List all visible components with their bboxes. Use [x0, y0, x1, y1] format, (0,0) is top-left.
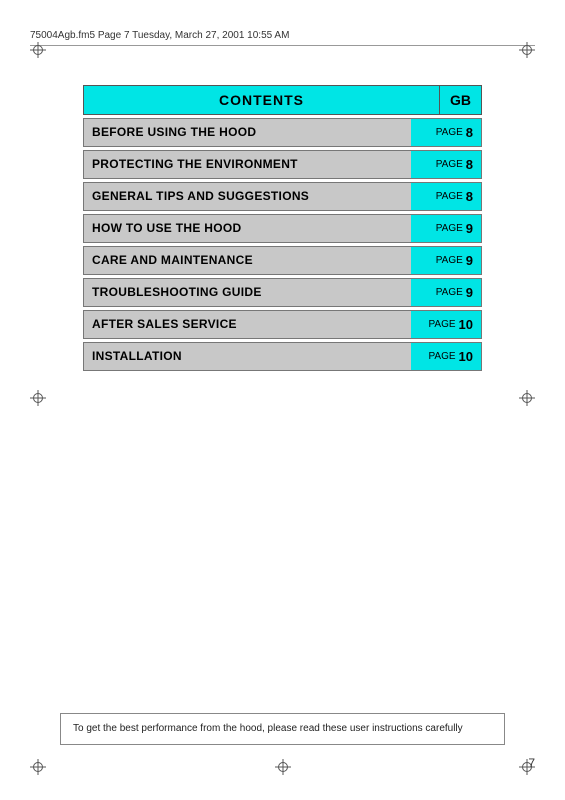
- page-word-6: PAGE: [436, 287, 463, 298]
- toc-page-5: PAGE 9: [411, 247, 481, 274]
- toc-row-5: CARE AND MAINTENANCE PAGE 9: [83, 246, 482, 275]
- contents-header: CONTENTS GB: [83, 85, 482, 115]
- toc-label-3: GENERAL TIPS AND SUGGESTIONS: [84, 183, 411, 210]
- toc-page-6: PAGE 9: [411, 279, 481, 306]
- toc-page-7: PAGE 10: [411, 311, 481, 338]
- toc-label-8: INSTALLATION: [84, 343, 411, 370]
- toc-label-7: AFTER SALES SERVICE: [84, 311, 411, 338]
- toc-row-7: AFTER SALES SERVICE PAGE 10: [83, 310, 482, 339]
- header-text: 75004Agb.fm5 Page 7 Tuesday, March 27, 2…: [30, 30, 289, 41]
- page-num-2: 8: [466, 157, 473, 172]
- toc-label-6: TROUBLESHOOTING GUIDE: [84, 279, 411, 306]
- crosshair-mid-right: [519, 390, 535, 406]
- page-num-1: 8: [466, 125, 473, 140]
- toc-label-1: BEFORE USING THE HOOD: [84, 119, 411, 146]
- page-word-8: PAGE: [428, 351, 455, 362]
- page-number: 7: [528, 756, 535, 770]
- toc-page-1: PAGE 8: [411, 119, 481, 146]
- bottom-note-box: To get the best performance from the hoo…: [60, 713, 505, 745]
- toc-label-2: PROTECTING THE ENVIRONMENT: [84, 151, 411, 178]
- contents-gb: GB: [439, 85, 482, 115]
- toc-page-8: PAGE 10: [411, 343, 481, 370]
- toc-row-4: HOW TO USE THE HOOD PAGE 9: [83, 214, 482, 243]
- crosshair-bottom-left: [30, 759, 46, 775]
- page-num-8: 10: [459, 349, 473, 364]
- page-num-6: 9: [466, 285, 473, 300]
- page-word-4: PAGE: [436, 223, 463, 234]
- header-line: 75004Agb.fm5 Page 7 Tuesday, March 27, 2…: [30, 30, 535, 46]
- page-num-4: 9: [466, 221, 473, 236]
- toc-row-3: GENERAL TIPS AND SUGGESTIONS PAGE 8: [83, 182, 482, 211]
- toc-row-2: PROTECTING THE ENVIRONMENT PAGE 8: [83, 150, 482, 179]
- toc-label-4: HOW TO USE THE HOOD: [84, 215, 411, 242]
- toc-page-3: PAGE 8: [411, 183, 481, 210]
- crosshair-mid-left: [30, 390, 46, 406]
- page-container: 75004Agb.fm5 Page 7 Tuesday, March 27, 2…: [0, 0, 565, 800]
- bottom-note-text: To get the best performance from the hoo…: [73, 723, 463, 734]
- toc-row-6: TROUBLESHOOTING GUIDE PAGE 9: [83, 278, 482, 307]
- crosshair-bottom-center: [275, 759, 291, 775]
- page-word-5: PAGE: [436, 255, 463, 266]
- toc-row-8: INSTALLATION PAGE 10: [83, 342, 482, 371]
- crosshair-top-right: [519, 42, 535, 58]
- toc-row-1: BEFORE USING THE HOOD PAGE 8: [83, 118, 482, 147]
- page-word-1: PAGE: [436, 127, 463, 138]
- page-word-3: PAGE: [436, 191, 463, 202]
- contents-title: CONTENTS: [83, 85, 439, 115]
- crosshair-top-left: [30, 42, 46, 58]
- content-area: CONTENTS GB BEFORE USING THE HOOD PAGE 8…: [83, 85, 482, 374]
- page-word-7: PAGE: [428, 319, 455, 330]
- page-num-5: 9: [466, 253, 473, 268]
- page-num-3: 8: [466, 189, 473, 204]
- page-word-2: PAGE: [436, 159, 463, 170]
- page-num-7: 10: [459, 317, 473, 332]
- toc-page-4: PAGE 9: [411, 215, 481, 242]
- toc-page-2: PAGE 8: [411, 151, 481, 178]
- toc-label-5: CARE AND MAINTENANCE: [84, 247, 411, 274]
